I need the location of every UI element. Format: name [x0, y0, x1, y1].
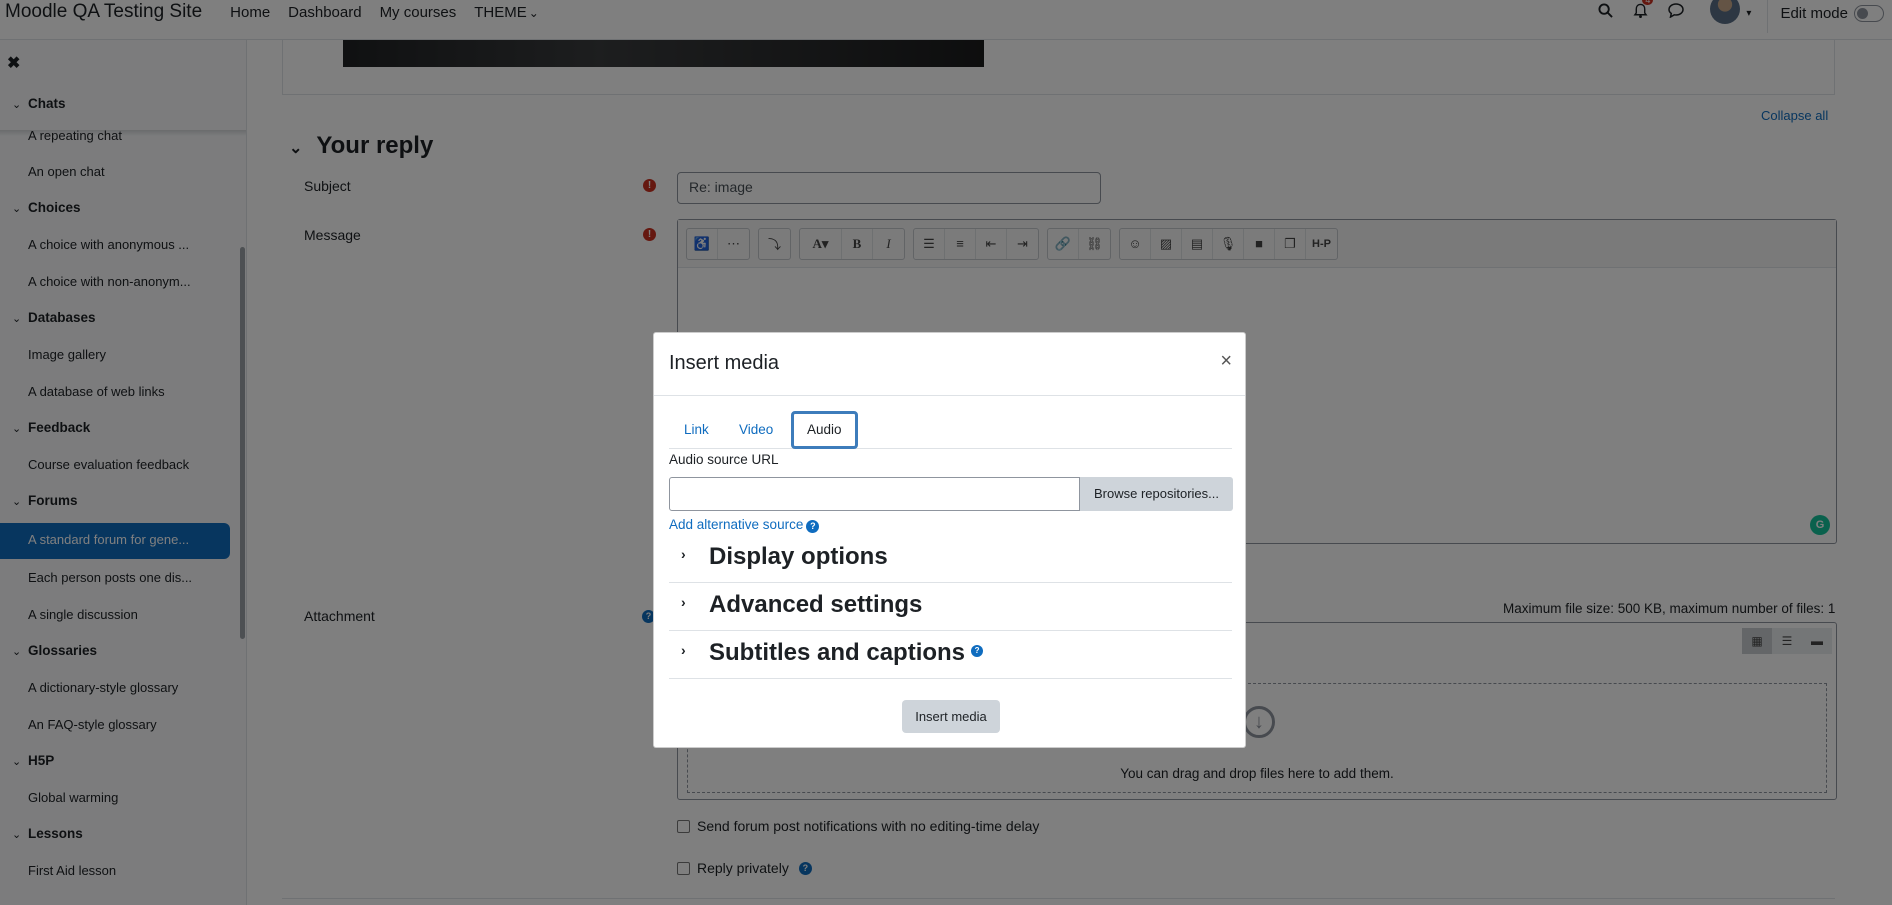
help-icon[interactable]: ?: [971, 644, 984, 657]
subtitles-captions-heading: Subtitles and captions?: [709, 639, 984, 667]
audio-source-url-input[interactable]: [669, 477, 1080, 511]
browse-repositories-button[interactable]: Browse repositories...: [1080, 477, 1233, 511]
advanced-settings-section[interactable]: › Advanced settings: [669, 583, 1232, 631]
add-alternative-source-link[interactable]: Add alternative source?: [669, 517, 820, 533]
tab-video[interactable]: Video: [724, 411, 788, 449]
modal-header: Insert media ×: [654, 333, 1245, 396]
insert-media-dialog: Insert media × Link Video Audio Audio so…: [653, 332, 1246, 748]
insert-media-button[interactable]: Insert media: [902, 700, 1000, 733]
display-options-heading: Display options: [709, 543, 888, 570]
add-alternative-source-label: Add alternative source: [669, 517, 804, 532]
advanced-settings-heading: Advanced settings: [709, 591, 923, 618]
display-options-section[interactable]: › Display options: [669, 535, 1232, 583]
chevron-right-icon: ›: [681, 594, 686, 610]
subtitles-captions-section[interactable]: › Subtitles and captions?: [669, 631, 1232, 679]
media-type-tabs: Link Video Audio: [669, 411, 1232, 449]
tab-link[interactable]: Link: [669, 411, 724, 449]
audio-source-url-label: Audio source URL: [669, 452, 779, 467]
modal-title: Insert media: [669, 352, 780, 374]
chevron-right-icon: ›: [681, 642, 686, 658]
chevron-right-icon: ›: [681, 546, 686, 562]
tab-audio[interactable]: Audio: [791, 411, 858, 449]
close-icon[interactable]: ×: [1220, 350, 1232, 373]
help-icon[interactable]: ?: [806, 520, 820, 533]
